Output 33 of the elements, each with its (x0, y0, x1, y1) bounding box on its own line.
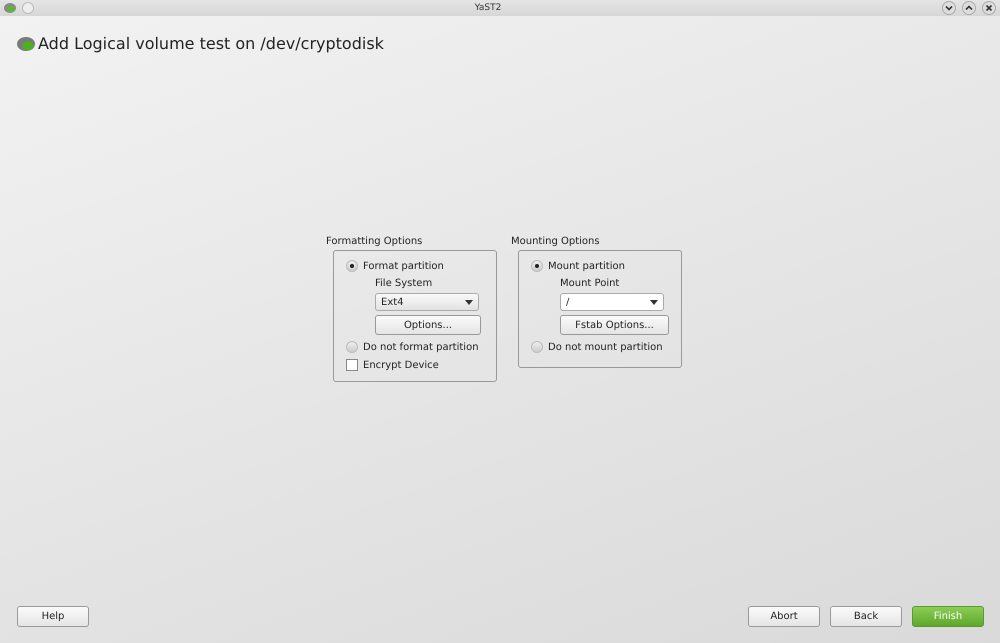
radio-label: Do not format partition (363, 342, 479, 352)
maximize-button[interactable] (962, 1, 976, 15)
field-label: File System (375, 278, 434, 289)
fstab-options-button[interactable]: Fstab Options... (560, 315, 669, 335)
radio-button[interactable] (531, 341, 543, 353)
file-system-dropdown[interactable]: Ext4 (375, 293, 479, 311)
options-button[interactable]: Options... (375, 315, 481, 335)
disk-icon (17, 36, 35, 52)
field-label: Mount Point (560, 278, 620, 289)
radio-button[interactable] (346, 341, 358, 353)
back-button[interactable]: Back (830, 606, 902, 627)
abort-button[interactable]: Abort (748, 606, 820, 627)
checkbox[interactable] (346, 359, 358, 371)
chevron-down-icon (945, 4, 953, 12)
disk-icon (4, 2, 16, 14)
radio-label: Format partition (363, 260, 444, 272)
dropdown-arrow-icon (650, 300, 658, 304)
radio-button[interactable] (346, 260, 358, 272)
page-heading: Add Logical volume test on /dev/cryptodisk (38, 34, 384, 53)
radio-button[interactable] (531, 260, 543, 272)
radio-label: Do not mount partition (548, 342, 663, 352)
dropdown-arrow-icon (465, 300, 473, 304)
minimize-button[interactable] (942, 1, 956, 15)
help-button[interactable]: Help (17, 606, 89, 627)
close-button[interactable] (982, 1, 996, 15)
mount-point-dropdown[interactable]: / (560, 293, 664, 311)
checkbox-label: Encrypt Device (363, 360, 439, 370)
group-title: Formatting Options (326, 236, 424, 247)
chevron-up-icon (965, 4, 973, 12)
radio-label: Mount partition (548, 260, 625, 272)
group-title: Mounting Options (511, 236, 601, 247)
close-icon (985, 4, 993, 12)
window-title: YaST2 (474, 3, 502, 13)
